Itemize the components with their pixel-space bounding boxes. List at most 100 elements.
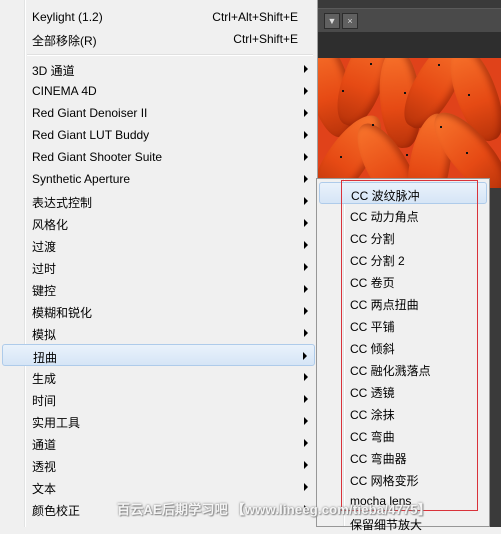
submenu-item-label: CC 网格变形 [350,474,419,488]
menu-item-label: 键控 [32,284,57,298]
submenu-item-label: CC 分割 2 [350,254,405,268]
menu-item-label: Keylight (1.2) [32,10,103,24]
grid-point [468,94,470,96]
menu-item-label: Red Giant LUT Buddy [32,128,150,142]
menu-item-cinema-4d[interactable]: CINEMA 4D [2,80,315,102]
menu-item-red-giant-shooter-suite[interactable]: Red Giant Shooter Suite [2,146,315,168]
submenu-item-label: CC 平铺 [350,320,395,334]
menu-item-remove-all[interactable]: 全部移除(R) Ctrl+Shift+E [2,28,315,50]
menu-item-expression-controls[interactable]: 表达式控制 [2,190,315,212]
menu-item-label: 文本 [32,482,57,496]
grid-point [372,124,374,126]
submenu-item-label: CC 两点扭曲 [350,298,419,312]
submenu-arrow-icon [304,307,308,315]
panel-tab-bar: ▼ × [318,8,501,33]
panel-close-icon[interactable]: × [342,13,358,29]
submenu-item-cc-power-pin[interactable]: CC 动力角点 [319,204,487,226]
menu-item-obsolete[interactable]: 过时 [2,256,315,278]
submenu-item-cc-bend[interactable]: CC 弯曲 [319,424,487,446]
submenu-item-cc-smear[interactable]: CC 涂抹 [319,402,487,424]
submenu-arrow-icon [304,373,308,381]
submenu-item-cc-split[interactable]: CC 分割 [319,226,487,248]
grid-point [466,152,468,154]
menu-item-red-giant-denoiser[interactable]: Red Giant Denoiser II [2,102,315,124]
menu-item-label: 通道 [32,438,57,452]
grid-point [438,64,440,66]
submenu-item-cc-griddler[interactable]: CC 网格变形 [319,468,487,490]
submenu-item-cc-flo-motion[interactable]: CC 平铺 [319,314,487,336]
menu-item-utility[interactable]: 实用工具 [2,410,315,432]
submenu-item-label: CC 透镜 [350,386,395,400]
menu-item-3d-channel[interactable]: 3D 通道 [2,58,315,80]
menu-item-label: 实用工具 [32,416,81,430]
menu-item-synthetic-aperture[interactable]: Synthetic Aperture [2,168,315,190]
grid-point [340,156,342,158]
menu-item-label: CINEMA 4D [32,84,97,98]
submenu-arrow-icon [303,352,307,360]
panel-menu-icon[interactable]: ▼ [324,13,340,29]
menu-item-label: 透视 [32,460,57,474]
menu-item-channel[interactable]: 通道 [2,432,315,454]
menu-item-label: Red Giant Denoiser II [32,106,148,120]
menu-item-shortcut: Ctrl+Alt+Shift+E [212,10,298,24]
menu-item-keylight[interactable]: Keylight (1.2) Ctrl+Alt+Shift+E [2,6,315,28]
grid-point [406,154,408,156]
menu-item-label: Red Giant Shooter Suite [32,150,163,164]
grid-point [370,63,372,65]
menu-item-label: 3D 通道 [32,64,75,78]
menu-item-blur-sharpen[interactable]: 模糊和锐化 [2,300,315,322]
submenu-item-cc-slant[interactable]: CC 倾斜 [319,336,487,358]
menu-item-text[interactable]: 文本 [2,476,315,498]
menu-item-perspective[interactable]: 透视 [2,454,315,476]
menu-item-label: 过渡 [32,240,57,254]
submenu-item-label: CC 波纹脉冲 [351,189,420,203]
grid-point [342,90,344,92]
submenu-arrow-icon [304,329,308,337]
submenu-arrow-icon [304,153,308,161]
submenu-item-label: CC 弯曲 [350,430,395,444]
submenu-arrow-icon [304,175,308,183]
menu-item-red-giant-lut-buddy[interactable]: Red Giant LUT Buddy [2,124,315,146]
submenu-item-cc-split-2[interactable]: CC 分割 2 [319,248,487,270]
submenu-item-cc-blobbylize[interactable]: CC 融化溅落点 [319,358,487,380]
menu-item-label: 时间 [32,394,57,408]
submenu-arrow-icon [304,197,308,205]
menu-item-label: 扭曲 [33,351,58,365]
submenu-arrow-icon [304,395,308,403]
menu-item-label: 颜色校正 [32,504,81,518]
submenu-item-label: CC 涂抹 [350,408,395,422]
grid-point [404,92,406,94]
menu-item-simulation[interactable]: 模拟 [2,322,315,344]
submenu-arrow-icon [304,263,308,271]
submenu-item-cc-bend-it[interactable]: CC 两点扭曲 [319,292,487,314]
composition-viewer[interactable] [318,58,501,188]
menu-item-distort[interactable]: 扭曲 [2,344,315,366]
menu-item-time[interactable]: 时间 [2,388,315,410]
menu-item-keying[interactable]: 键控 [2,278,315,300]
submenu-item-label: CC 融化溅落点 [350,364,431,378]
submenu-arrow-icon [304,241,308,249]
menu-item-label: 表达式控制 [32,196,93,210]
effects-context-menu: Keylight (1.2) Ctrl+Alt+Shift+E 全部移除(R) … [0,0,318,527]
menu-item-label: 全部移除(R) [32,34,97,48]
submenu-arrow-icon [304,439,308,447]
menu-separator [27,54,313,56]
submenu-arrow-icon [304,483,308,491]
submenu-item-label: CC 倾斜 [350,342,395,356]
menu-item-label: 模糊和锐化 [32,306,93,320]
submenu-item-label: CC 动力角点 [350,210,419,224]
submenu-item-cc-page-turn[interactable]: CC 卷页 [319,270,487,292]
submenu-item-cc-ripple-pulse[interactable]: CC 波纹脉冲 [319,182,487,204]
menu-item-label: Synthetic Aperture [32,172,131,186]
submenu-item-label: CC 弯曲器 [350,452,407,466]
submenu-item-cc-lens[interactable]: CC 透镜 [319,380,487,402]
menu-item-generate[interactable]: 生成 [2,366,315,388]
menu-item-label: 生成 [32,372,57,386]
menu-item-transition[interactable]: 过渡 [2,234,315,256]
submenu-item-label: CC 分割 [350,232,395,246]
menu-item-label: 过时 [32,262,57,276]
menu-item-label: 风格化 [32,218,69,232]
submenu-arrow-icon [304,65,308,73]
submenu-item-cc-bender[interactable]: CC 弯曲器 [319,446,487,468]
menu-item-stylize[interactable]: 风格化 [2,212,315,234]
